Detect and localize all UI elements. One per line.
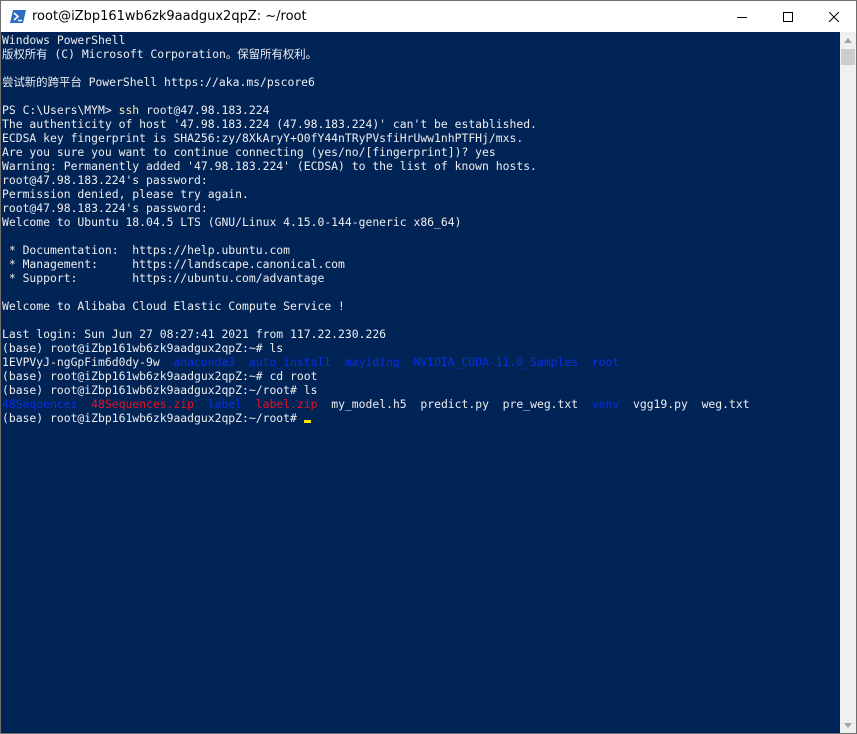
terminal-line: root@47.98.183.224's password: [2,201,208,215]
terminal-line: Permission denied, please try again. [2,187,249,201]
terminal-line: Welcome to Alibaba Cloud Elastic Compute… [2,299,345,313]
listing-dir: 48Sequences [2,397,78,411]
terminal-line: * Documentation: https://help.ubuntu.com [2,243,291,257]
scroll-down-button[interactable] [840,717,856,733]
listing-file: my_model.h5 [331,397,407,411]
ssh-command-line: PS C:\Users\MYM> ssh root@47.98.183.224 [2,103,269,117]
terminal-line: * Support: https://ubuntu.com/advantage [2,271,325,285]
listing-file: 1EVPVyJ-ngGpFim6d0dy-9w [2,355,160,369]
listing-dir: anaconda3 [173,355,236,369]
listing-file: vgg19.py [632,397,688,411]
terminal-line: (base) root@iZbp161wb6zk9aadgux2qpZ:~# l… [2,341,284,355]
powershell-icon [10,9,26,24]
title-bar[interactable]: root@iZbp161wb6zk9aadgux2qpZ: ~/root [1,1,856,32]
terminal-line: * Management: https://landscape.canonica… [2,257,345,271]
terminal-line: Warning: Permanently added '47.98.183.22… [2,159,537,173]
listing-dir: root [591,355,620,369]
terminal-line: Windows PowerShell [2,33,126,47]
minimize-icon [737,16,747,18]
window-title: root@iZbp161wb6zk9aadgux2qpZ: ~/root [32,9,307,24]
listing-file: predict.py [420,397,489,411]
close-button[interactable] [811,1,856,32]
listing-dir: mayiding [344,355,400,369]
maximize-button[interactable] [765,1,811,32]
ps-prompt: PS C:\Users\MYM> [2,103,119,117]
arrow-up-icon [844,37,852,43]
terminal-line: Last login: Sun Jun 27 08:27:41 2021 fro… [2,327,387,341]
root-listing-line: 48Sequences 48Sequences.zip label label.… [2,397,750,411]
listing-dir: NVIDIA_CUDA-11.0_Samples [413,355,579,369]
ssh-args: root@47.98.183.224 [139,103,270,117]
terminal-line: (base) root@iZbp161wb6zk9aadgux2qpZ:~/ro… [2,383,318,397]
text-cursor [303,420,311,423]
close-icon [829,11,839,22]
listing-file: weg.txt [701,397,750,411]
terminal-line: The authenticity of host '47.98.183.224 … [2,117,537,131]
current-prompt-line[interactable]: (base) root@iZbp161wb6zk9aadgux2qpZ:~/ro… [2,411,311,425]
scroll-up-button[interactable] [840,32,856,48]
scrollbar-thumb[interactable] [841,49,855,65]
vertical-scrollbar[interactable] [840,32,856,733]
terminal-line: ECDSA key fingerprint is SHA256:zy/8XkAr… [2,131,524,145]
listing-dir: venv [591,397,620,411]
arrow-down-icon [844,722,852,728]
maximize-icon [783,11,793,22]
terminal-line: Welcome to Ubuntu 18.04.5 LTS (GNU/Linux… [2,215,462,229]
listing-file: pre_weg.txt [502,397,579,411]
terminal-line: (base) root@iZbp161wb6zk9aadgux2qpZ:~# c… [2,369,318,383]
listing-archive: 48Sequences.zip [91,397,195,411]
ssh-command: ssh [118,103,140,117]
terminal-line: 尝试新的跨平台 PowerShell https://aka.ms/pscore… [2,75,315,89]
terminal-window: root@iZbp161wb6zk9aadgux2qpZ: ~/root Win… [0,0,857,734]
terminal-line: root@47.98.183.224's password: [2,173,208,187]
prompt: (base) root@iZbp161wb6zk9aadgux2qpZ:~/ro… [2,411,304,425]
minimize-button[interactable] [719,1,765,32]
terminal-line: 版权所有 (C) Microsoft Corporation。保留所有权利。 [2,47,317,61]
home-listing-line: 1EVPVyJ-ngGpFim6d0dy-9w anaconda3 auto_i… [2,355,619,369]
listing-dir: auto_install [248,355,332,369]
terminal-output[interactable]: Windows PowerShell 版权所有 (C) Microsoft Co… [1,32,840,733]
terminal-line: Are you sure you want to continue connec… [2,145,496,159]
listing-archive: label.zip [255,397,318,411]
listing-dir: label [207,397,243,411]
